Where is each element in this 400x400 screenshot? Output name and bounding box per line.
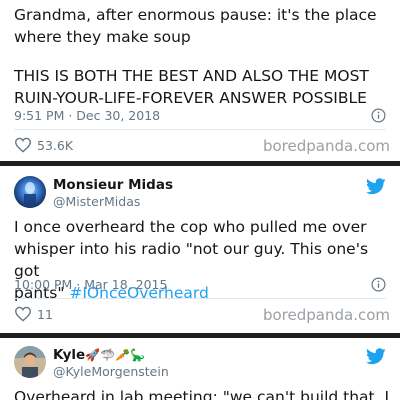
watermark: boredpanda.com <box>262 306 390 324</box>
tweet-text-line: whisper into his radio "not our guy. Thi… <box>14 240 369 280</box>
tweet-card-2: Monsieur Midas @MisterMidas I once overh… <box>0 166 400 336</box>
tweet-text-caps: THIS IS BOTH THE BEST AND ALSO THE MOST … <box>14 65 386 109</box>
tweet-text: Overheard in lab meeting: "we can't buil… <box>14 386 390 400</box>
user-handle[interactable]: @MisterMidas <box>53 194 140 209</box>
divider <box>14 129 386 130</box>
display-name[interactable]: Kyle🚀🦈🥕🦕 <box>53 347 145 363</box>
watermark: boredpanda.com <box>262 137 390 155</box>
user-handle[interactable]: @KyleMorgenstein <box>53 364 169 379</box>
tweet-timestamp[interactable]: 10:00 PM · Mar 18, 2015 <box>14 277 167 292</box>
tweet-text-line: Overheard in lab meeting: "we can't buil… <box>14 388 390 400</box>
tweet-card-1: Grandma, after enormous pause: it's the … <box>0 0 400 160</box>
avatar[interactable] <box>14 346 46 378</box>
twitter-bird-icon[interactable] <box>366 178 386 195</box>
twitter-bird-icon[interactable] <box>366 348 386 365</box>
like-count: 11 <box>37 307 53 322</box>
display-name-text: Kyle <box>53 347 86 363</box>
info-icon[interactable] <box>371 277 386 292</box>
tweet-text-line: THIS IS BOTH THE BEST AND ALSO THE MOST <box>14 67 369 85</box>
like-count: 53.6K <box>37 138 74 153</box>
heart-icon[interactable] <box>14 137 32 153</box>
tweet-text-line: RUIN-YOUR-LIFE-FOREVER ANSWER POSSIBLE <box>14 89 367 107</box>
tweet-text: Grandma, after enormous pause: it's the … <box>14 4 386 48</box>
tweet-text-line: where they make soup <box>14 28 191 46</box>
tweet-card-3: Kyle🚀🦈🥕🦕 @KyleMorgenstein Overheard in l… <box>0 338 400 400</box>
avatar[interactable] <box>14 176 46 208</box>
tweet-timestamp[interactable]: 9:51 PM · Dec 30, 2018 <box>14 108 160 123</box>
name-emojis: 🚀🦈🥕🦕 <box>85 348 145 362</box>
heart-icon[interactable] <box>14 306 32 322</box>
tweet-text-line: Grandma, after enormous pause: it's the … <box>14 6 377 24</box>
display-name[interactable]: Monsieur Midas <box>53 177 173 193</box>
divider <box>14 298 386 299</box>
info-icon[interactable] <box>371 108 386 123</box>
tweet-text-line: I once overheard the cop who pulled me o… <box>14 218 367 236</box>
